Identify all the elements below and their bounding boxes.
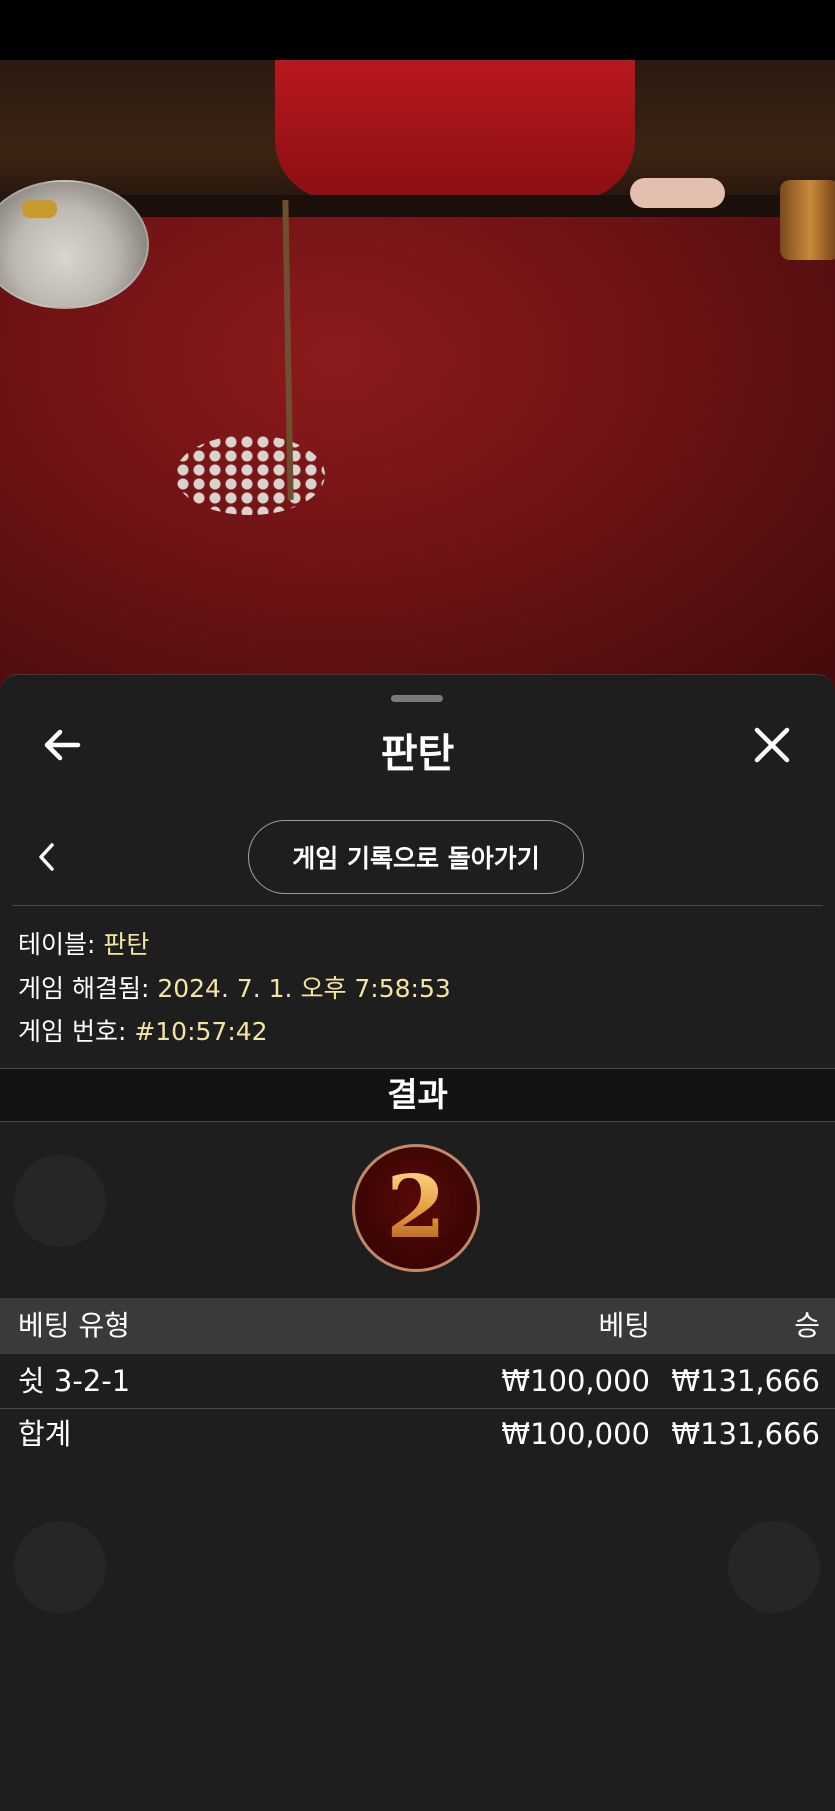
resolved-info: 게임 해결됨: 2024. 7. 1. 오후 7:58:53 bbox=[18, 969, 451, 1005]
table-info: 테이블: 판탄 bbox=[18, 925, 149, 961]
brass-cup bbox=[780, 180, 835, 260]
game-number-info: 게임 번호: #10:57:42 bbox=[18, 1012, 268, 1048]
sheet-title: 판탄 bbox=[380, 731, 455, 777]
sheet-header: 판탄 bbox=[0, 711, 835, 781]
win-amount-cell: ₩131,666 bbox=[671, 1364, 820, 1398]
background-menu-button bbox=[728, 1521, 820, 1613]
total-bet: ₩100,000 bbox=[501, 1417, 650, 1451]
chevron-left-icon[interactable] bbox=[32, 839, 62, 875]
background-grid-button bbox=[14, 1155, 106, 1247]
background-apps-button bbox=[14, 1521, 106, 1613]
bet-type-cell: 쉿 3-2-1 bbox=[18, 1364, 131, 1398]
dealer-figure bbox=[275, 60, 635, 200]
result-number-badge: 2 bbox=[352, 1144, 480, 1272]
total-label: 합계 bbox=[18, 1417, 72, 1451]
bets-table-header: 베팅 유형 베팅 승 bbox=[0, 1298, 835, 1354]
table-label: 테이블: bbox=[18, 930, 104, 959]
dealer-hand bbox=[630, 178, 725, 208]
live-video-feed bbox=[0, 60, 835, 700]
game-number-value: #10:57:42 bbox=[134, 1017, 268, 1046]
resolved-value: 2024. 7. 1. 오후 7:58:53 bbox=[157, 974, 451, 1003]
bead-pile bbox=[175, 435, 325, 515]
total-row: 합계 ₩100,000 ₩131,666 bbox=[0, 1409, 835, 1461]
close-icon[interactable] bbox=[750, 723, 794, 767]
col-bet: 베팅 bbox=[598, 1309, 650, 1342]
drag-handle[interactable] bbox=[391, 695, 443, 702]
resolved-label: 게임 해결됨: bbox=[18, 974, 158, 1003]
bowl-knob bbox=[22, 200, 57, 218]
total-win: ₩131,666 bbox=[671, 1417, 820, 1451]
table-value: 판탄 bbox=[103, 930, 150, 959]
col-bet-type: 베팅 유형 bbox=[18, 1309, 130, 1342]
result-number: 2 bbox=[386, 1157, 446, 1258]
game-number-label: 게임 번호: bbox=[18, 1017, 135, 1046]
result-header: 결과 bbox=[0, 1068, 835, 1122]
status-bar bbox=[0, 0, 835, 60]
game-history-sheet: 판탄 게임 기록으로 돌아가기 테이블: 판탄 게임 해결됨: 2024. 7.… bbox=[0, 674, 835, 1811]
table-row: 쉿 3-2-1 ₩100,000 ₩131,666 bbox=[0, 1356, 835, 1409]
history-nav: 게임 기록으로 돌아가기 bbox=[0, 817, 835, 897]
bet-amount-cell: ₩100,000 bbox=[501, 1364, 650, 1398]
divider bbox=[12, 905, 823, 906]
col-win: 승 bbox=[794, 1309, 820, 1342]
back-to-history-button[interactable]: 게임 기록으로 돌아가기 bbox=[248, 820, 584, 894]
